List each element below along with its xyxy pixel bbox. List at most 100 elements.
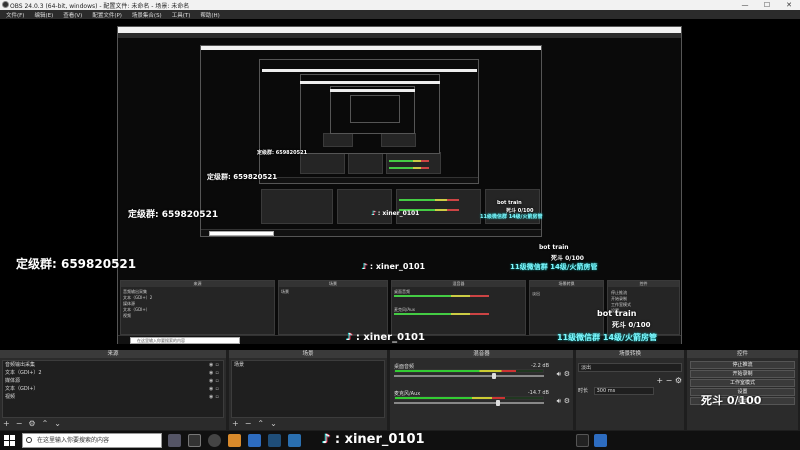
window-title: OBS 24.0.3 (64-bit, windows) - 配置文件: 未命名… (10, 2, 190, 10)
maximize-button[interactable]: ☐ (756, 0, 778, 10)
death-count-text: 死斗 0/100 (701, 394, 762, 407)
app-icon[interactable] (248, 434, 261, 447)
menu-tools[interactable]: 工具(T) (172, 11, 191, 19)
scenes-list[interactable]: 场景 (231, 360, 385, 418)
menu-profile[interactable]: 配置文件(P) (92, 11, 122, 19)
app-icon[interactable] (188, 434, 201, 447)
eye-icon[interactable]: ◉ (209, 377, 213, 385)
move-up-icon[interactable]: ⌃ (257, 419, 264, 429)
gear-icon[interactable]: ⚙ (675, 376, 682, 385)
bot-train-text-xsmall: bot train (497, 200, 522, 206)
list-item[interactable]: 音频输出采集 ◉ ▫ (3, 361, 223, 369)
add-icon[interactable]: + (232, 419, 239, 429)
controls-dock: 控件 停止推流 开始录制 工作室模式 设置 退出 (687, 350, 800, 430)
nested-mixer-dock: 混音器 桌面音频 麦克风/Aux (391, 280, 526, 335)
menu-view[interactable]: 查看(V) (63, 11, 82, 19)
eye-icon[interactable]: ◉ (209, 369, 213, 377)
nested-transitions-dock: 场景转换 淡出 (529, 280, 604, 335)
eye-icon[interactable]: ◉ (209, 361, 213, 369)
list-item[interactable]: 视频 ◉ ▫ (3, 393, 223, 401)
death-count-text-medium: 死斗 0/100 (612, 321, 651, 329)
window-controls: — ☐ ✕ (734, 0, 800, 10)
list-item[interactable]: 媒体源 ◉ ▫ (3, 377, 223, 385)
menu-bar: 文件(F) 编辑(E) 查看(V) 配置文件(P) 场景集合(S) 工具(T) … (0, 10, 800, 19)
promo-text-xsmall: 11级微信群 14级/火箭房管 (480, 214, 543, 220)
stop-streaming-button[interactable]: 停止推流 (690, 361, 795, 369)
menu-edit[interactable]: 编辑(E) (34, 11, 53, 19)
tiktok-logo-icon: ♪ (322, 432, 331, 447)
search-icon (26, 437, 32, 443)
list-item[interactable]: 场景 (232, 361, 384, 369)
tiktok-handle-medium: ♪ : xiner_0101 (346, 332, 425, 343)
mixer-channel-mic: 麦克风/Aux -14.7 dB 🔊︎ ⚙ (392, 390, 571, 410)
menu-file[interactable]: 文件(F) (6, 11, 24, 19)
slider-handle[interactable] (491, 373, 496, 379)
mixer-channel-desktop: 桌面音频 -2.2 dB 🔊︎ ⚙ (392, 363, 571, 383)
add-icon[interactable]: + (3, 419, 10, 429)
transition-type-select[interactable]: 淡出 (578, 363, 682, 372)
lock-icon[interactable]: ▫ (215, 361, 218, 369)
list-item[interactable]: 文本（GDI+）2 ◉ ▫ (3, 369, 223, 377)
volume-slider[interactable] (394, 373, 544, 379)
lock-icon[interactable]: ▫ (215, 385, 218, 393)
scene-transitions-dock: 场景转换 淡出 + − ⚙ 时长 300 ms (576, 350, 686, 430)
gear-icon[interactable]: ⚙ (564, 397, 570, 405)
slider-handle[interactable] (496, 400, 500, 406)
nested-sources-dock: 来源 音频输出采集 文本（GDI+）2 媒体源 文本（GDI+） 视频 (120, 280, 275, 335)
app-icon[interactable] (576, 434, 589, 447)
app-icon[interactable] (594, 434, 607, 447)
death-count-text-small: 死斗 0/100 (551, 255, 584, 262)
promo-text-small: 11级微信群 14级/火箭房管 (510, 263, 598, 271)
lock-icon[interactable]: ▫ (215, 377, 218, 385)
gear-icon[interactable]: ⚙ (28, 419, 35, 429)
volume-meter (394, 369, 544, 373)
taskbar-search-input[interactable]: 在这里输入你要搜索的内容 (22, 433, 162, 448)
speaker-icon[interactable]: 🔊︎ (557, 397, 561, 406)
tiktok-logo-icon: ♪ (346, 332, 353, 343)
remove-icon[interactable]: − (666, 376, 673, 385)
group-number-text-large: 定级群: 659820521 (16, 257, 137, 271)
transitions-dock-title: 场景转换 (576, 350, 684, 358)
controls-dock-title: 控件 (687, 350, 798, 358)
volume-slider[interactable] (394, 400, 544, 406)
start-recording-button[interactable]: 开始录制 (690, 370, 795, 378)
list-item[interactable]: 文本（GDI+） ◉ ▫ (3, 385, 223, 393)
task-view-icon[interactable] (168, 434, 181, 447)
scenes-dock-title: 场景 (229, 350, 387, 358)
app-icon[interactable] (288, 434, 301, 447)
nested-scenes-dock: 场景 场景 (278, 280, 388, 335)
move-down-icon[interactable]: ⌄ (54, 419, 61, 429)
tiktok-handle: ♪ : xiner_0101 (322, 432, 425, 447)
scenes-dock: 场景 场景 + − ⌃ ⌄ (229, 350, 389, 430)
lock-icon[interactable]: ▫ (215, 393, 218, 401)
move-up-icon[interactable]: ⌃ (42, 419, 49, 429)
windows-start-icon[interactable] (4, 435, 15, 446)
menu-scene-collection[interactable]: 场景集合(S) (132, 11, 162, 19)
menu-help[interactable]: 帮助(H) (200, 11, 219, 19)
duration-label: 时长 (578, 388, 589, 394)
mixer-dock-title: 混音器 (390, 350, 573, 358)
duration-input[interactable]: 300 ms (593, 387, 654, 395)
lock-icon[interactable]: ▫ (215, 369, 218, 377)
eye-icon[interactable]: ◉ (209, 385, 213, 393)
remove-icon[interactable]: − (16, 419, 23, 429)
sources-list[interactable]: 音频输出采集 ◉ ▫ 文本（GDI+）2 ◉ ▫ 媒体源 ◉ ▫ 文本（GDI+） ◉ ▫ 视频… (2, 360, 224, 418)
minimize-button[interactable]: — (734, 0, 756, 10)
close-button[interactable]: ✕ (778, 0, 800, 10)
app-icon[interactable] (228, 434, 241, 447)
remove-icon[interactable]: − (245, 419, 252, 429)
speaker-icon[interactable]: 🔊︎ (557, 370, 561, 379)
gear-icon[interactable]: ⚙ (564, 370, 570, 378)
eye-icon[interactable]: ◉ (209, 393, 213, 401)
tiktok-handle-small: ♪ : xiner_0101 (362, 262, 426, 271)
add-icon[interactable]: + (656, 376, 663, 385)
preview-canvas[interactable]: 来源 音频输出采集 文本（GDI+）2 媒体源 文本（GDI+） 视频 场景 场… (0, 19, 800, 349)
nested-obs-window-6 (350, 95, 400, 123)
move-down-icon[interactable]: ⌄ (270, 419, 277, 429)
bot-train-text-small: bot train (539, 244, 569, 251)
group-number-text-medium: 定级群: 659820521 (128, 210, 219, 220)
studio-mode-button[interactable]: 工作室模式 (690, 379, 795, 387)
app-icon[interactable] (268, 434, 281, 447)
sources-dock: 来源 音频输出采集 ◉ ▫ 文本（GDI+）2 ◉ ▫ 媒体源 ◉ ▫ 文本（GDI+） ◉ ▫… (0, 350, 228, 430)
obs-app-icon[interactable] (208, 434, 221, 447)
